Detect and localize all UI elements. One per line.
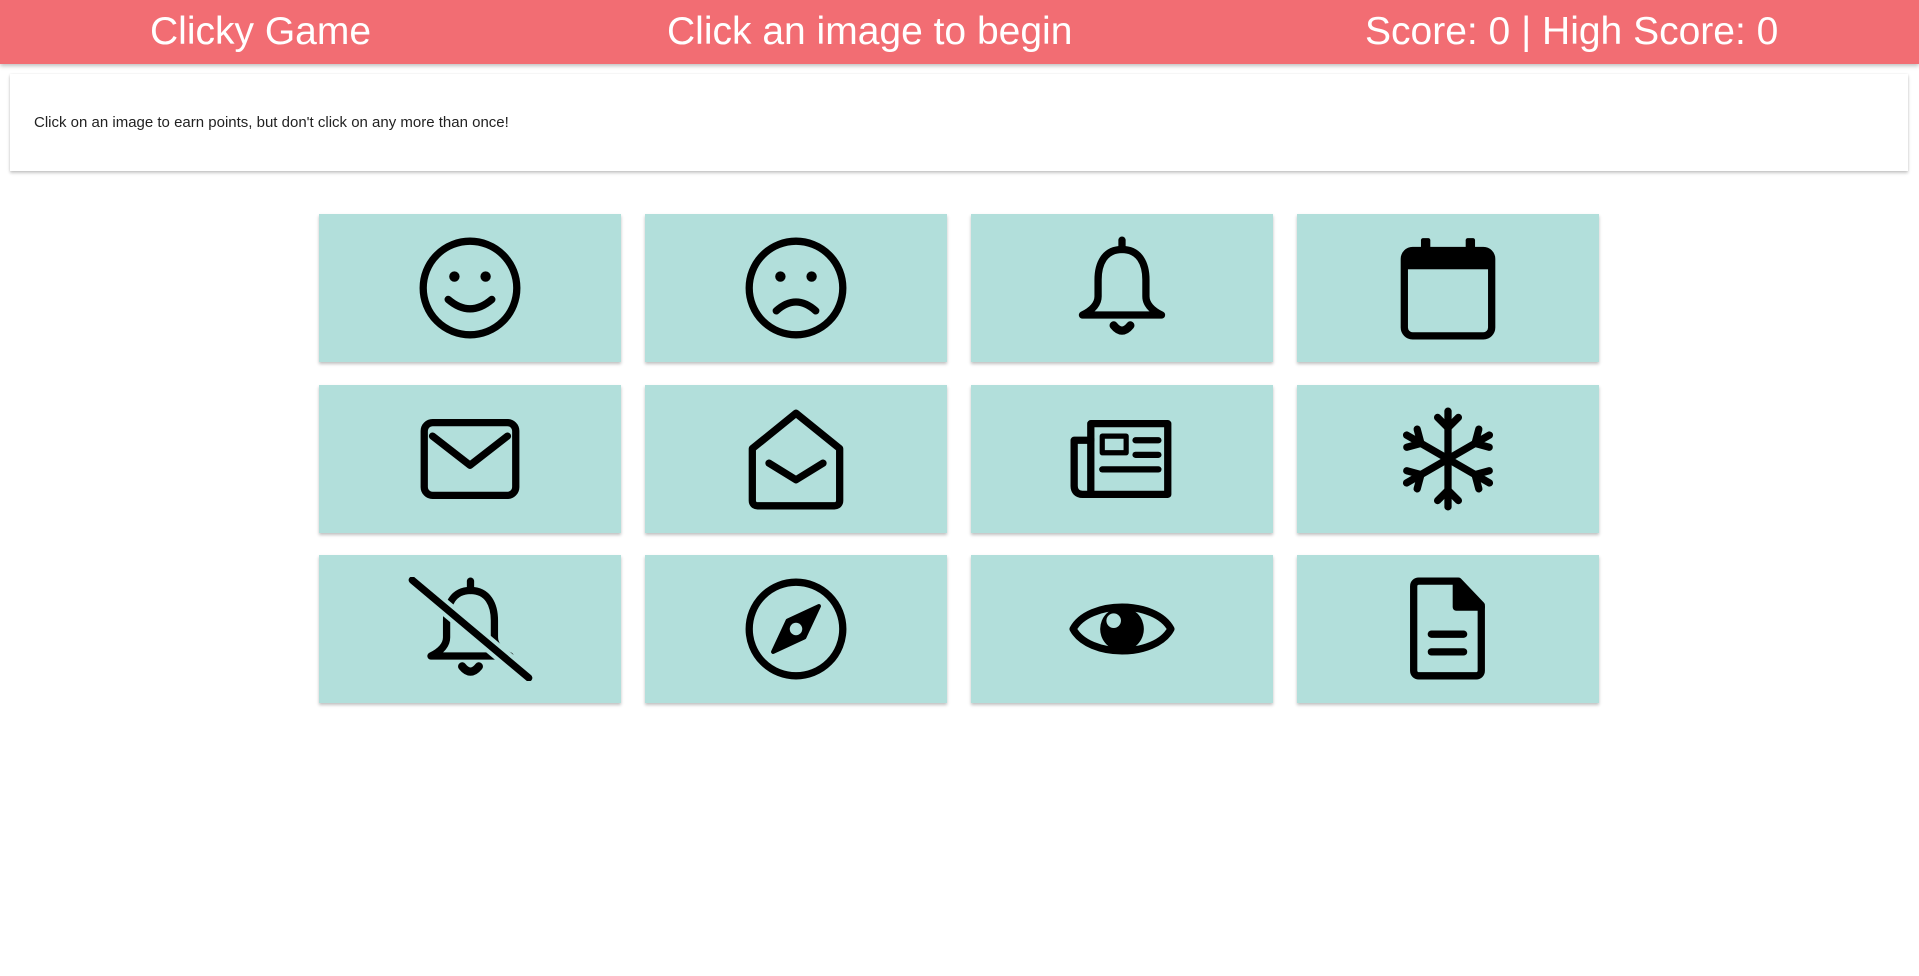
image-card-envelope-open[interactable] <box>645 385 947 533</box>
image-grid <box>319 214 1599 704</box>
status-message: Click an image to begin <box>667 10 1073 53</box>
newspaper-icon <box>1070 420 1172 498</box>
eye-icon <box>1069 603 1175 655</box>
smile-icon <box>419 237 521 339</box>
frown-icon <box>745 237 847 339</box>
image-card-envelope[interactable] <box>319 385 621 533</box>
image-card-eye[interactable] <box>971 555 1273 703</box>
image-card-bell-slash[interactable] <box>319 555 621 703</box>
bell-slash-icon <box>407 577 533 681</box>
image-card-smile[interactable] <box>319 214 621 362</box>
brand-title[interactable]: Clicky Game <box>150 0 371 64</box>
bell-icon <box>1078 236 1166 335</box>
instructions-text: Click on an image to earn points, but do… <box>34 114 509 131</box>
envelope-open-icon <box>748 409 844 510</box>
image-card-file-alt[interactable] <box>1297 555 1599 703</box>
image-card-compass[interactable] <box>645 555 947 703</box>
image-card-snowflake[interactable] <box>1297 385 1599 533</box>
file-alt-icon <box>1410 577 1485 680</box>
snowflake-icon <box>1402 407 1494 511</box>
compass-icon <box>745 578 847 680</box>
image-card-frown[interactable] <box>645 214 947 362</box>
navbar: Clicky Game Click an image to begin Scor… <box>0 0 1919 64</box>
image-card-newspaper[interactable] <box>971 385 1273 533</box>
envelope-icon <box>420 418 520 500</box>
image-card-bell[interactable] <box>971 214 1273 362</box>
instructions-card: Click on an image to earn points, but do… <box>10 74 1908 171</box>
score-display: Score: 0 | High Score: 0 <box>1365 10 1779 53</box>
image-card-calendar[interactable] <box>1297 214 1599 362</box>
calendar-icon <box>1400 238 1496 340</box>
